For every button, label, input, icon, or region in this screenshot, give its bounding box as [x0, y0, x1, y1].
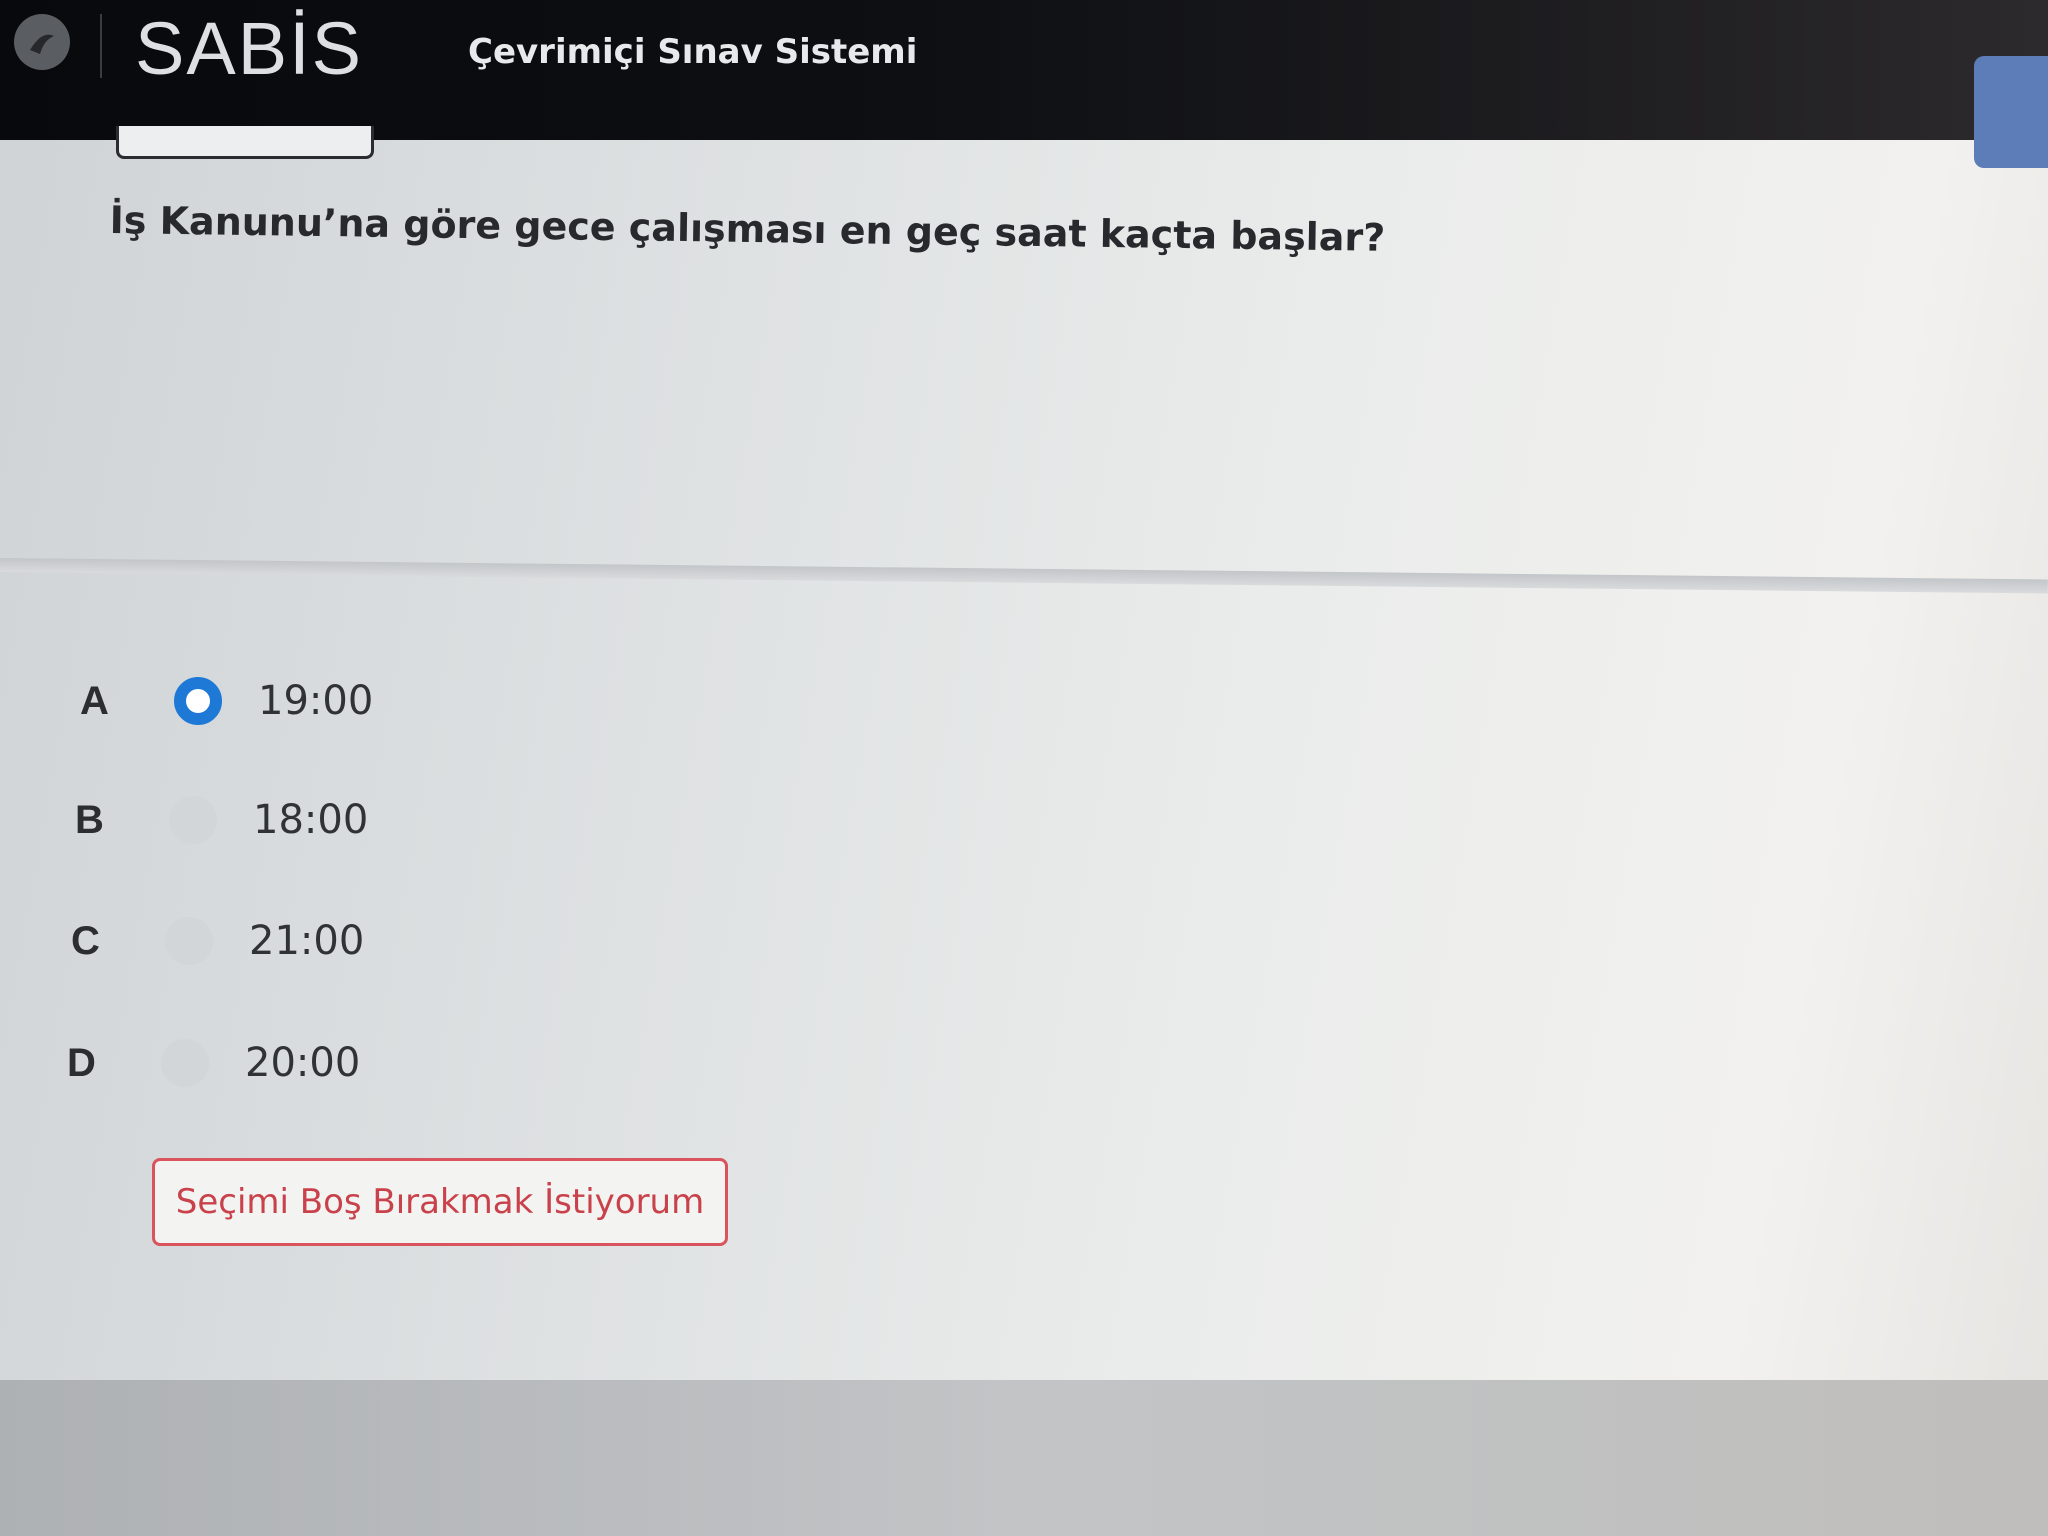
option-letter: B — [75, 797, 104, 842]
option-c[interactable]: C 21:00 — [71, 906, 364, 976]
radio-selected-icon[interactable] — [174, 677, 222, 725]
app-title: Çevrimiçi Sınav Sistemi — [468, 32, 918, 72]
option-label: 21:00 — [249, 918, 365, 964]
radio-unselected-icon[interactable] — [161, 1039, 209, 1087]
option-letter: A — [80, 678, 109, 723]
option-label: 18:00 — [253, 797, 369, 843]
option-letter: C — [71, 918, 100, 963]
option-a[interactable]: A 19:00 — [80, 666, 373, 736]
section-divider — [0, 558, 2048, 594]
logo-divider — [100, 14, 102, 78]
page-footer — [0, 1380, 2048, 1536]
top-header: SABİS Çevrimiçi Sınav Sistemi — [0, 0, 2048, 168]
option-label: 20:00 — [245, 1040, 361, 1086]
header-action-button[interactable] — [1974, 56, 2048, 168]
option-b[interactable]: B 18:00 — [75, 785, 368, 855]
option-label: 19:00 — [258, 678, 374, 724]
radio-unselected-icon[interactable] — [169, 796, 217, 844]
option-d[interactable]: D 20:00 — [67, 1028, 360, 1098]
leave-blank-button[interactable]: Seçimi Boş Bırakmak İstiyorum — [152, 1158, 728, 1246]
option-letter: D — [67, 1040, 96, 1085]
radio-unselected-icon[interactable] — [165, 917, 213, 965]
question-tab[interactable] — [116, 126, 374, 159]
question-text: İş Kanunu’na göre gece çalışması en geç … — [109, 198, 1386, 260]
logo-text: SABİS — [135, 7, 363, 90]
sabis-logo-icon — [14, 14, 70, 70]
